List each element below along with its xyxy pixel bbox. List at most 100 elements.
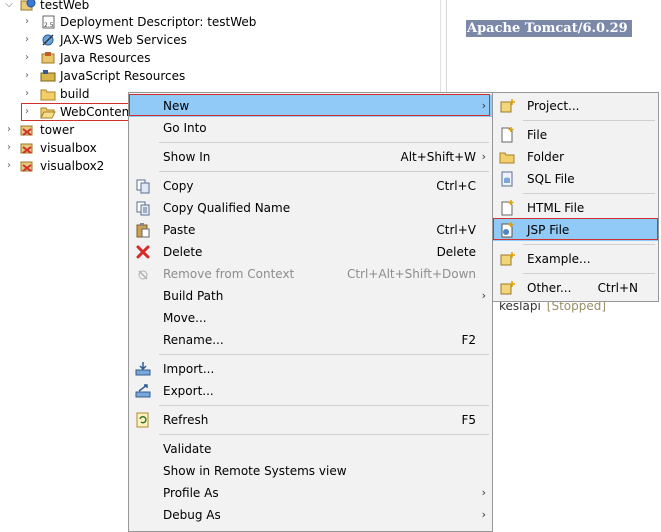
menu-item-label: Rename... [163,333,224,347]
new-highlight-box [129,94,490,116]
chevron-right-icon: › [481,508,486,521]
tree-item-label: Deployment Descriptor: testWeb [60,15,257,29]
menu-item-show-in-remote-systems[interactable]: Show in Remote Systems view [129,460,492,482]
tree-item-deployment-descriptor[interactable]: › 2.5 Deployment Descriptor: testWeb [0,13,440,31]
submenu-item-folder[interactable]: Folder [493,146,658,168]
example-icon [500,252,515,266]
tree-item-jaxws[interactable]: › JAX-WS Web Services [0,31,440,49]
chevron-right-icon[interactable]: › [22,13,32,31]
chevron-right-icon: › [481,486,486,499]
chevron-right-icon[interactable]: › [4,139,14,157]
menu-item-label: Show in Remote Systems view [163,464,347,478]
menu-item-label: Move... [163,311,207,325]
tree-item-label: Java Resources [60,51,151,65]
menu-separator [523,120,655,121]
delete-icon [136,245,150,259]
menu-item-import[interactable]: Import... [129,358,492,380]
menu-separator [159,142,489,143]
menu-item-build-path[interactable]: Build Path › [129,285,492,307]
menu-separator [523,193,655,194]
deployment-descriptor-icon: 2.5 [42,15,55,29]
chevron-right-icon[interactable]: › [22,49,32,67]
tree-item-label: visualbox [40,141,97,155]
copy-qualified-icon [136,201,150,216]
submenu-item-label: Project... [527,99,580,113]
menu-item-debug-as[interactable]: Debug As › [129,504,492,526]
submenu-item-label: Example... [527,252,591,266]
copy-icon [136,179,150,194]
submenu-item-project[interactable]: Project... [493,95,658,117]
chevron-right-icon: › [481,289,486,302]
svg-text:2.5: 2.5 [44,22,54,29]
menu-item-label: Go Into [163,121,207,135]
menu-item-rename[interactable]: Rename... F2 [129,329,492,351]
web-project-icon [20,0,36,11]
menu-item-label: Import... [163,362,215,376]
menu-separator [159,434,489,435]
menu-separator [523,273,655,274]
tree-item-java-resources[interactable]: › Java Resources [0,49,440,67]
submenu-item-html-file[interactable]: HTML File [493,197,658,219]
chevron-right-icon[interactable]: › [4,157,14,175]
submenu-item-label: Folder [527,150,565,164]
menu-item-label: Debug As [163,508,221,522]
export-icon [135,384,151,398]
menu-item-label: Profile As [163,486,219,500]
menu-item-refresh[interactable]: Refresh F5 [129,409,492,431]
new-submenu: Project... File Folder SQL File HTML Fil… [492,92,659,302]
menu-item-profile-as[interactable]: Profile As › [129,482,492,504]
submenu-item-other[interactable]: Other... Ctrl+N [493,277,658,299]
menu-item-shortcut: Alt+Shift+W [400,150,477,164]
chevron-down-icon[interactable]: ⌵ [4,0,14,14]
menu-item-label: Copy Qualified Name [163,201,291,215]
submenu-item-label: SQL File [527,172,575,186]
chevron-right-icon[interactable]: › [22,85,32,103]
menu-item-shortcut: F2 [461,333,476,347]
chevron-right-icon: › [481,150,486,163]
remove-context-icon [138,270,148,280]
html-file-icon [501,200,514,216]
chevron-right-icon[interactable]: › [4,121,14,139]
tree-item-testweb[interactable]: ⌵ testWeb [0,0,440,14]
web-project-icon [20,143,33,154]
submenu-item-label: File [527,128,548,142]
other-icon [500,281,515,295]
webcontent-highlight-box [21,103,134,121]
submenu-item-example[interactable]: Example... [493,248,658,270]
menu-item-delete[interactable]: Delete Delete [129,241,492,263]
menu-item-label: Show In [163,150,211,164]
folder-icon [499,152,515,164]
menu-item-label: Refresh [163,413,209,427]
refresh-icon [136,412,149,428]
menu-item-copy-qualified-name[interactable]: Copy Qualified Name [129,197,492,219]
chevron-right-icon[interactable]: › [22,31,32,49]
chevron-right-icon[interactable]: › [22,67,32,85]
menu-item-export[interactable]: Export... [129,380,492,402]
menu-item-paste[interactable]: Paste Ctrl+V [129,219,492,241]
menu-item-label: Delete [163,245,203,259]
submenu-item-sql-file[interactable]: SQL File [493,168,658,190]
tree-item-label: build [60,87,90,101]
menu-item-go-into[interactable]: Go Into [129,117,492,139]
menu-item-validate[interactable]: Validate [129,438,492,460]
jsp-file-highlight-box [493,218,658,240]
menu-item-show-in[interactable]: Show In Alt+Shift+W › [129,146,492,168]
menu-item-copy[interactable]: Copy Ctrl+C [129,175,492,197]
menu-separator [159,405,489,406]
menu-separator [523,244,655,245]
menu-separator [159,354,489,355]
web-project-icon [20,125,33,136]
tree-item-label: JavaScript Resources [60,69,186,83]
sql-file-icon [501,171,513,187]
server-banner: Apache Tomcat/6.0.29 [466,20,632,37]
menu-item-label: Remove from Context [163,267,295,281]
submenu-item-file[interactable]: File [493,124,658,146]
submenu-item-shortcut: Ctrl+N [597,281,638,295]
submenu-item-label: Other... [527,281,572,295]
menu-item-label: Build Path [163,289,224,303]
menu-item-move[interactable]: Move... [129,307,492,329]
menu-item-shortcut: Ctrl+Alt+Shift+Down [346,267,476,281]
menu-item-shortcut: Ctrl+C [436,179,476,193]
tree-item-javascript-resources[interactable]: › JavaScript Resources [0,67,440,85]
web-project-icon [20,161,33,172]
